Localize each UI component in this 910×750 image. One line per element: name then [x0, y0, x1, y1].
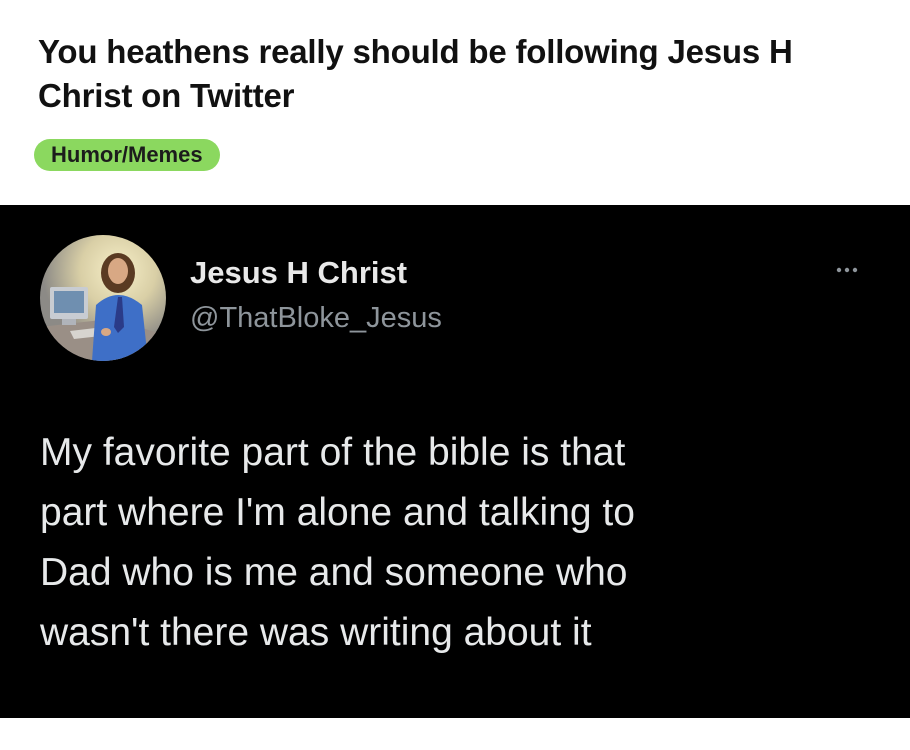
category-tag[interactable]: Humor/Memes	[34, 139, 220, 171]
post-title: You heathens really should be following …	[38, 33, 793, 114]
post-header: You heathens really should be following …	[0, 0, 910, 204]
avatar-image	[40, 235, 166, 361]
tweet-screenshot: Jesus H Christ @ThatBloke_Jesus My favor…	[0, 205, 910, 718]
tweet-text: My favorite part of the bible is that pa…	[40, 431, 635, 654]
page-footer-space	[0, 718, 910, 750]
more-options-icon	[836, 267, 858, 273]
tweet-display-name[interactable]: Jesus H Christ	[190, 255, 407, 291]
profile-avatar[interactable]	[40, 235, 166, 361]
tweet-handle[interactable]: @ThatBloke_Jesus	[190, 302, 442, 335]
more-options-button[interactable]	[822, 255, 872, 285]
